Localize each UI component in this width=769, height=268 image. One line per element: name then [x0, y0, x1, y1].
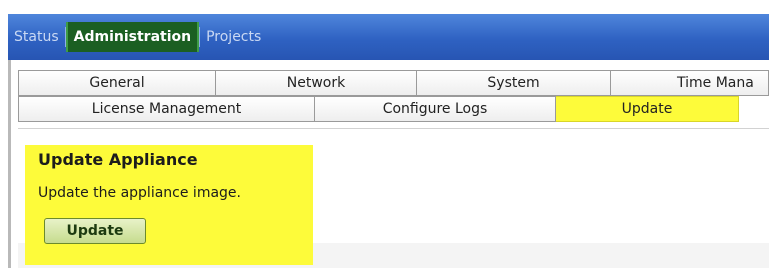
section-description: Update the appliance image. [38, 185, 241, 201]
tab-update[interactable]: Update [556, 96, 739, 122]
nav-administration[interactable]: Administration [65, 22, 200, 52]
section-title: Update Appliance [38, 150, 198, 169]
tab-time-management[interactable]: Time Mana [611, 70, 769, 96]
nav-status[interactable]: Status [8, 22, 65, 52]
tab-row-2: License Management Configure Logs Update [18, 96, 739, 122]
tab-general[interactable]: General [18, 70, 216, 96]
tab-license-management[interactable]: License Management [18, 96, 315, 122]
tab-system[interactable]: System [417, 70, 611, 96]
top-navigation-bar: Status Administration Projects [8, 14, 769, 60]
tab-row-1: General Network System Time Mana [18, 70, 769, 96]
tab-configure-logs[interactable]: Configure Logs [315, 96, 556, 122]
nav-projects[interactable]: Projects [200, 22, 267, 52]
tab-network[interactable]: Network [216, 70, 417, 96]
content-frame-border [8, 60, 11, 268]
main-nav: Status Administration Projects [8, 22, 267, 52]
update-button[interactable]: Update [44, 218, 146, 244]
